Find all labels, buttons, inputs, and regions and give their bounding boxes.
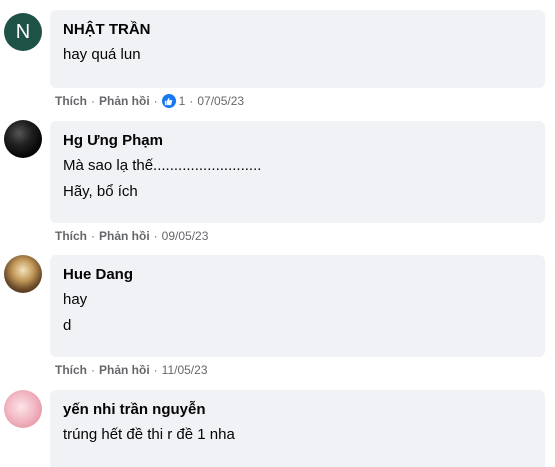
separator-dot: · bbox=[91, 229, 95, 243]
separator-dot: · bbox=[153, 363, 158, 377]
comment-author[interactable]: Hg Ưng Phạm bbox=[63, 131, 532, 150]
comment-text: Hãy, bổ ích bbox=[63, 183, 138, 200]
comment-actions: Thích · Phản hồi · 11/05/23 bbox=[55, 362, 208, 378]
avatar[interactable] bbox=[4, 390, 42, 428]
comment-date[interactable]: 09/05/23 bbox=[162, 228, 209, 244]
comment-text: hay bbox=[63, 291, 88, 308]
comment-author[interactable]: NHẬT TRẦN bbox=[63, 20, 532, 39]
thumbs-up-icon[interactable] bbox=[161, 94, 176, 108]
comment-bubble: yến nhi trần nguyễn trúng hết đề thi r đ… bbox=[50, 390, 545, 467]
comment-actions: Thích · Phản hồi · 1 · 07/05/23 bbox=[55, 93, 244, 109]
comment-author[interactable]: Hue Dang bbox=[63, 265, 532, 284]
like-button[interactable]: Thích bbox=[55, 362, 87, 378]
comment-author[interactable]: yến nhi trần nguyễn bbox=[63, 400, 532, 419]
avatar[interactable]: N bbox=[4, 13, 42, 51]
comment-text: hay quá lun bbox=[63, 46, 141, 63]
reply-button[interactable]: Phản hồi bbox=[99, 93, 150, 109]
separator-dot: · bbox=[91, 363, 95, 377]
avatar[interactable] bbox=[4, 120, 42, 158]
comment-text: d bbox=[63, 317, 72, 334]
avatar[interactable] bbox=[4, 255, 42, 293]
comment-date[interactable]: 07/05/23 bbox=[197, 93, 244, 109]
reply-button[interactable]: Phản hồi bbox=[99, 362, 150, 378]
separator-dot: · bbox=[189, 94, 194, 108]
reaction-count[interactable]: 1 bbox=[179, 93, 186, 109]
reply-button[interactable]: Phản hồi bbox=[99, 228, 150, 244]
separator-dot: · bbox=[153, 94, 158, 108]
comment-bubble: Hg Ưng Phạm Mà sao lạ thế...............… bbox=[50, 121, 545, 223]
separator-dot: · bbox=[153, 229, 158, 243]
comment-actions: Thích · Phản hồi · 09/05/23 bbox=[55, 228, 208, 244]
comment-text: trúng hết đề thi r đề 1 nha bbox=[63, 426, 235, 443]
comment-bubble: NHẬT TRẦN hay quá lun bbox=[50, 10, 545, 88]
avatar-letter: N bbox=[15, 20, 31, 43]
like-button[interactable]: Thích bbox=[55, 228, 87, 244]
separator-dot: · bbox=[91, 94, 95, 108]
comment-text: Mà sao lạ thế.......................... bbox=[63, 157, 262, 174]
comment-bubble: Hue Dang hay d bbox=[50, 255, 545, 357]
comment-date[interactable]: 11/05/23 bbox=[162, 362, 208, 378]
like-button[interactable]: Thích bbox=[55, 93, 87, 109]
